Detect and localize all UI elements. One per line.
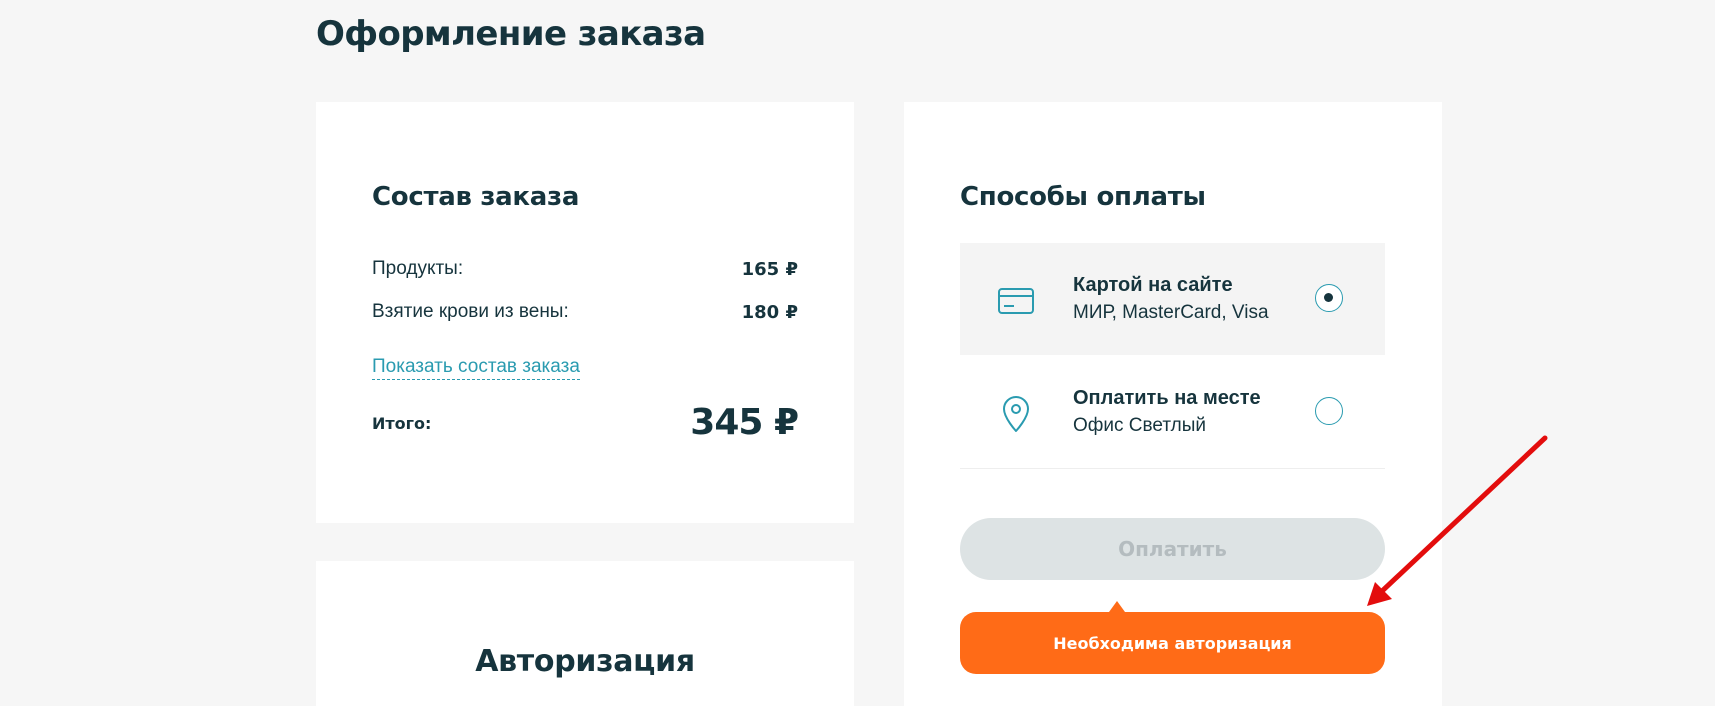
show-order-composition-link[interactable]: Показать состав заказа bbox=[372, 356, 580, 380]
pay-button[interactable]: Оплатить bbox=[960, 518, 1385, 580]
order-row-blood-draw: Взятие крови из вены: 180 ₽ bbox=[372, 301, 798, 323]
credit-card-icon bbox=[996, 281, 1036, 321]
order-row-label: Продукты: bbox=[372, 258, 464, 279]
order-total-row: Итого: 345 ₽ bbox=[372, 402, 799, 443]
order-total-amount: 345 ₽ bbox=[690, 402, 799, 443]
order-total-label: Итого: bbox=[372, 414, 432, 433]
checkout-page: Оформление заказа Состав заказа Продукты… bbox=[0, 0, 1715, 706]
payment-option-subtitle: МИР, MasterCard, Visa bbox=[1073, 302, 1269, 323]
order-row-amount: 180 ₽ bbox=[741, 301, 798, 323]
notice-pointer bbox=[1109, 601, 1125, 612]
payment-methods-heading: Способы оплаты bbox=[960, 182, 1206, 212]
page-title: Оформление заказа bbox=[316, 14, 706, 54]
payment-option-title: Оплатить на месте bbox=[1073, 387, 1261, 409]
payment-option-title: Картой на сайте bbox=[1073, 274, 1233, 296]
payment-option-card[interactable]: Картой на сайте МИР, MasterCard, Visa bbox=[960, 243, 1385, 355]
order-summary-card: Состав заказа Продукты: 165 ₽ Взятие кро… bbox=[316, 102, 854, 523]
payment-option-radio[interactable] bbox=[1315, 397, 1343, 425]
authorization-card: Авторизация bbox=[316, 561, 854, 706]
payment-option-subtitle: Офис Светлый bbox=[1073, 415, 1206, 436]
order-row-amount: 165 ₽ bbox=[741, 258, 798, 280]
location-pin-icon bbox=[996, 394, 1036, 434]
payment-option-radio-selected[interactable] bbox=[1315, 284, 1343, 312]
order-row-label: Взятие крови из вены: bbox=[372, 301, 569, 322]
annotation-arrow-icon bbox=[1367, 435, 1548, 606]
order-row-products: Продукты: 165 ₽ bbox=[372, 258, 798, 280]
authorization-required-notice: Необходима авторизация bbox=[960, 612, 1385, 674]
authorization-heading: Авторизация bbox=[475, 644, 695, 679]
payment-option-on-site[interactable]: Оплатить на месте Офис Светлый bbox=[960, 356, 1385, 469]
payment-methods-card: Способы оплаты Картой на сайте МИР, Mast… bbox=[904, 102, 1442, 706]
order-summary-heading: Состав заказа bbox=[372, 182, 580, 212]
radio-dot bbox=[1324, 293, 1333, 302]
